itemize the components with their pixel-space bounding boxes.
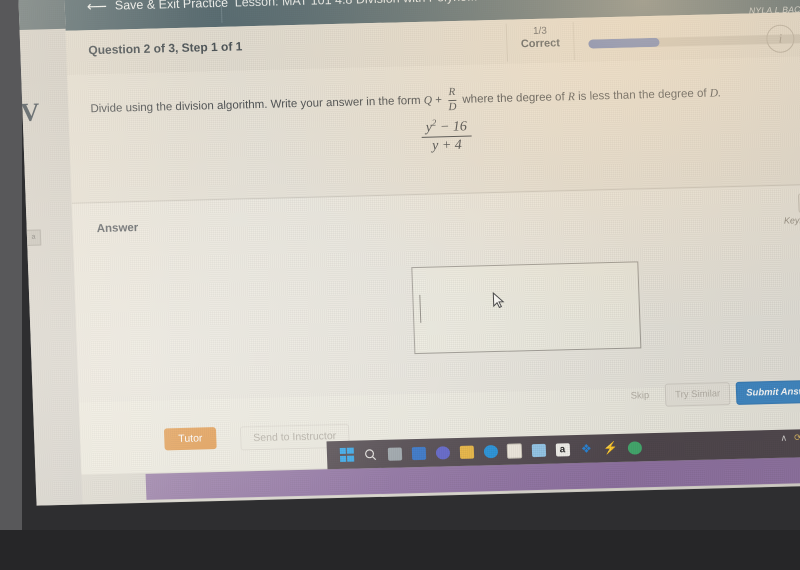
prompt-r-symbol: R	[567, 91, 576, 104]
page-title: Question 2 of 3, Step 1 of 1	[88, 39, 243, 58]
laptop-bezel-left-edge	[0, 0, 22, 570]
chrome-icon[interactable]	[627, 440, 643, 455]
mouse-cursor	[492, 291, 506, 315]
laptop-screen: V a ⟵ Save & Exit Practice Lesson: MAT 1…	[18, 0, 800, 516]
question-body: Divide using the division algorithm. Wri…	[67, 55, 800, 203]
show-hidden-icons-icon[interactable]: ∧	[780, 433, 787, 444]
lesson-title: Lesson: MAT 101 4.8 Division with Polyno…	[234, 0, 477, 10]
widgets-icon[interactable]	[411, 445, 427, 460]
save-and-exit-practice-button[interactable]: ⟵ Save & Exit Practice	[86, 0, 229, 15]
submit-answer-button[interactable]: Submit Answer	[735, 379, 800, 405]
expression-numerator: y2 − 16	[421, 117, 471, 137]
mail-icon[interactable]	[531, 442, 547, 457]
start-icon[interactable]	[339, 447, 355, 462]
edge-browser-icon[interactable]	[483, 443, 499, 458]
expression-fraction: y2 − 16 y + 4	[421, 117, 472, 156]
screen-surface: V a ⟵ Save & Exit Practice Lesson: MAT 1…	[18, 0, 800, 506]
microsoft-store-icon[interactable]	[506, 442, 523, 459]
progress-bar-fill	[588, 37, 660, 49]
background-browser-tab[interactable]: a	[25, 229, 42, 246]
background-browser-logo: V	[20, 97, 39, 127]
keyboard-shortcuts-label[interactable]: Keyboard S	[784, 214, 800, 225]
search-icon[interactable]	[363, 447, 379, 462]
teams-icon[interactable]	[435, 445, 451, 460]
file-explorer-icon[interactable]	[459, 444, 475, 459]
save-and-exit-label: Save & Exit Practice	[114, 0, 229, 13]
dropbox-icon[interactable]: ❖	[579, 441, 595, 456]
prompt-fraction-denominator: D	[448, 100, 457, 113]
prompt-part-2: where the degree of	[462, 91, 565, 106]
task-view-icon[interactable]	[387, 446, 403, 461]
hawkes-learning-app: ⟵ Save & Exit Practice Lesson: MAT 101 4…	[63, 0, 800, 475]
expression-numerator-exponent: 2	[431, 117, 437, 128]
prompt-fraction-numerator: R	[448, 85, 456, 99]
system-tray: ∧ ⟳ ● ✚	[780, 432, 800, 444]
taskbar-icon-group: a ❖ ⚡	[339, 440, 642, 463]
try-similar-button[interactable]: Try Similar	[664, 382, 731, 407]
flash-icon[interactable]: ⚡	[603, 440, 619, 455]
prompt-d-symbol: D.	[709, 87, 722, 100]
info-circle-icon[interactable]: i	[765, 24, 795, 54]
prompt-plus-symbol: +	[435, 94, 443, 107]
action-buttons: Skip Try Similar Submit Answer	[620, 379, 800, 408]
prompt-fraction-r-over-d: R D	[448, 85, 457, 113]
text-caret	[419, 294, 422, 323]
answer-section: Answer Keyboard S Skip Try Similar Submi…	[71, 183, 800, 407]
answer-input[interactable]	[411, 261, 642, 355]
score-label: Correct	[520, 37, 561, 51]
expression-numerator-rest: − 16	[439, 119, 468, 136]
background-browser-titlebar	[18, 0, 66, 30]
score-fraction: 1/3	[532, 25, 548, 37]
skip-button[interactable]: Skip	[620, 384, 659, 408]
prompt-part-3: is less than the degree of	[577, 87, 707, 103]
info-glyph: i	[778, 30, 783, 46]
sync-icon[interactable]: ⟳	[794, 432, 800, 443]
expression-denominator: y + 4	[431, 137, 463, 154]
score-box: 1/3 Correct	[505, 21, 576, 62]
laptop-base-shadow	[0, 530, 800, 570]
prompt-q-symbol: Q	[423, 94, 433, 107]
amazon-icon[interactable]: a	[555, 442, 571, 457]
back-arrow-icon: ⟵	[86, 0, 108, 15]
prompt-part-1: Divide using the division algorithm. Wri…	[90, 94, 421, 116]
tutor-button[interactable]: Tutor	[163, 427, 217, 451]
answer-label: Answer	[96, 222, 139, 236]
